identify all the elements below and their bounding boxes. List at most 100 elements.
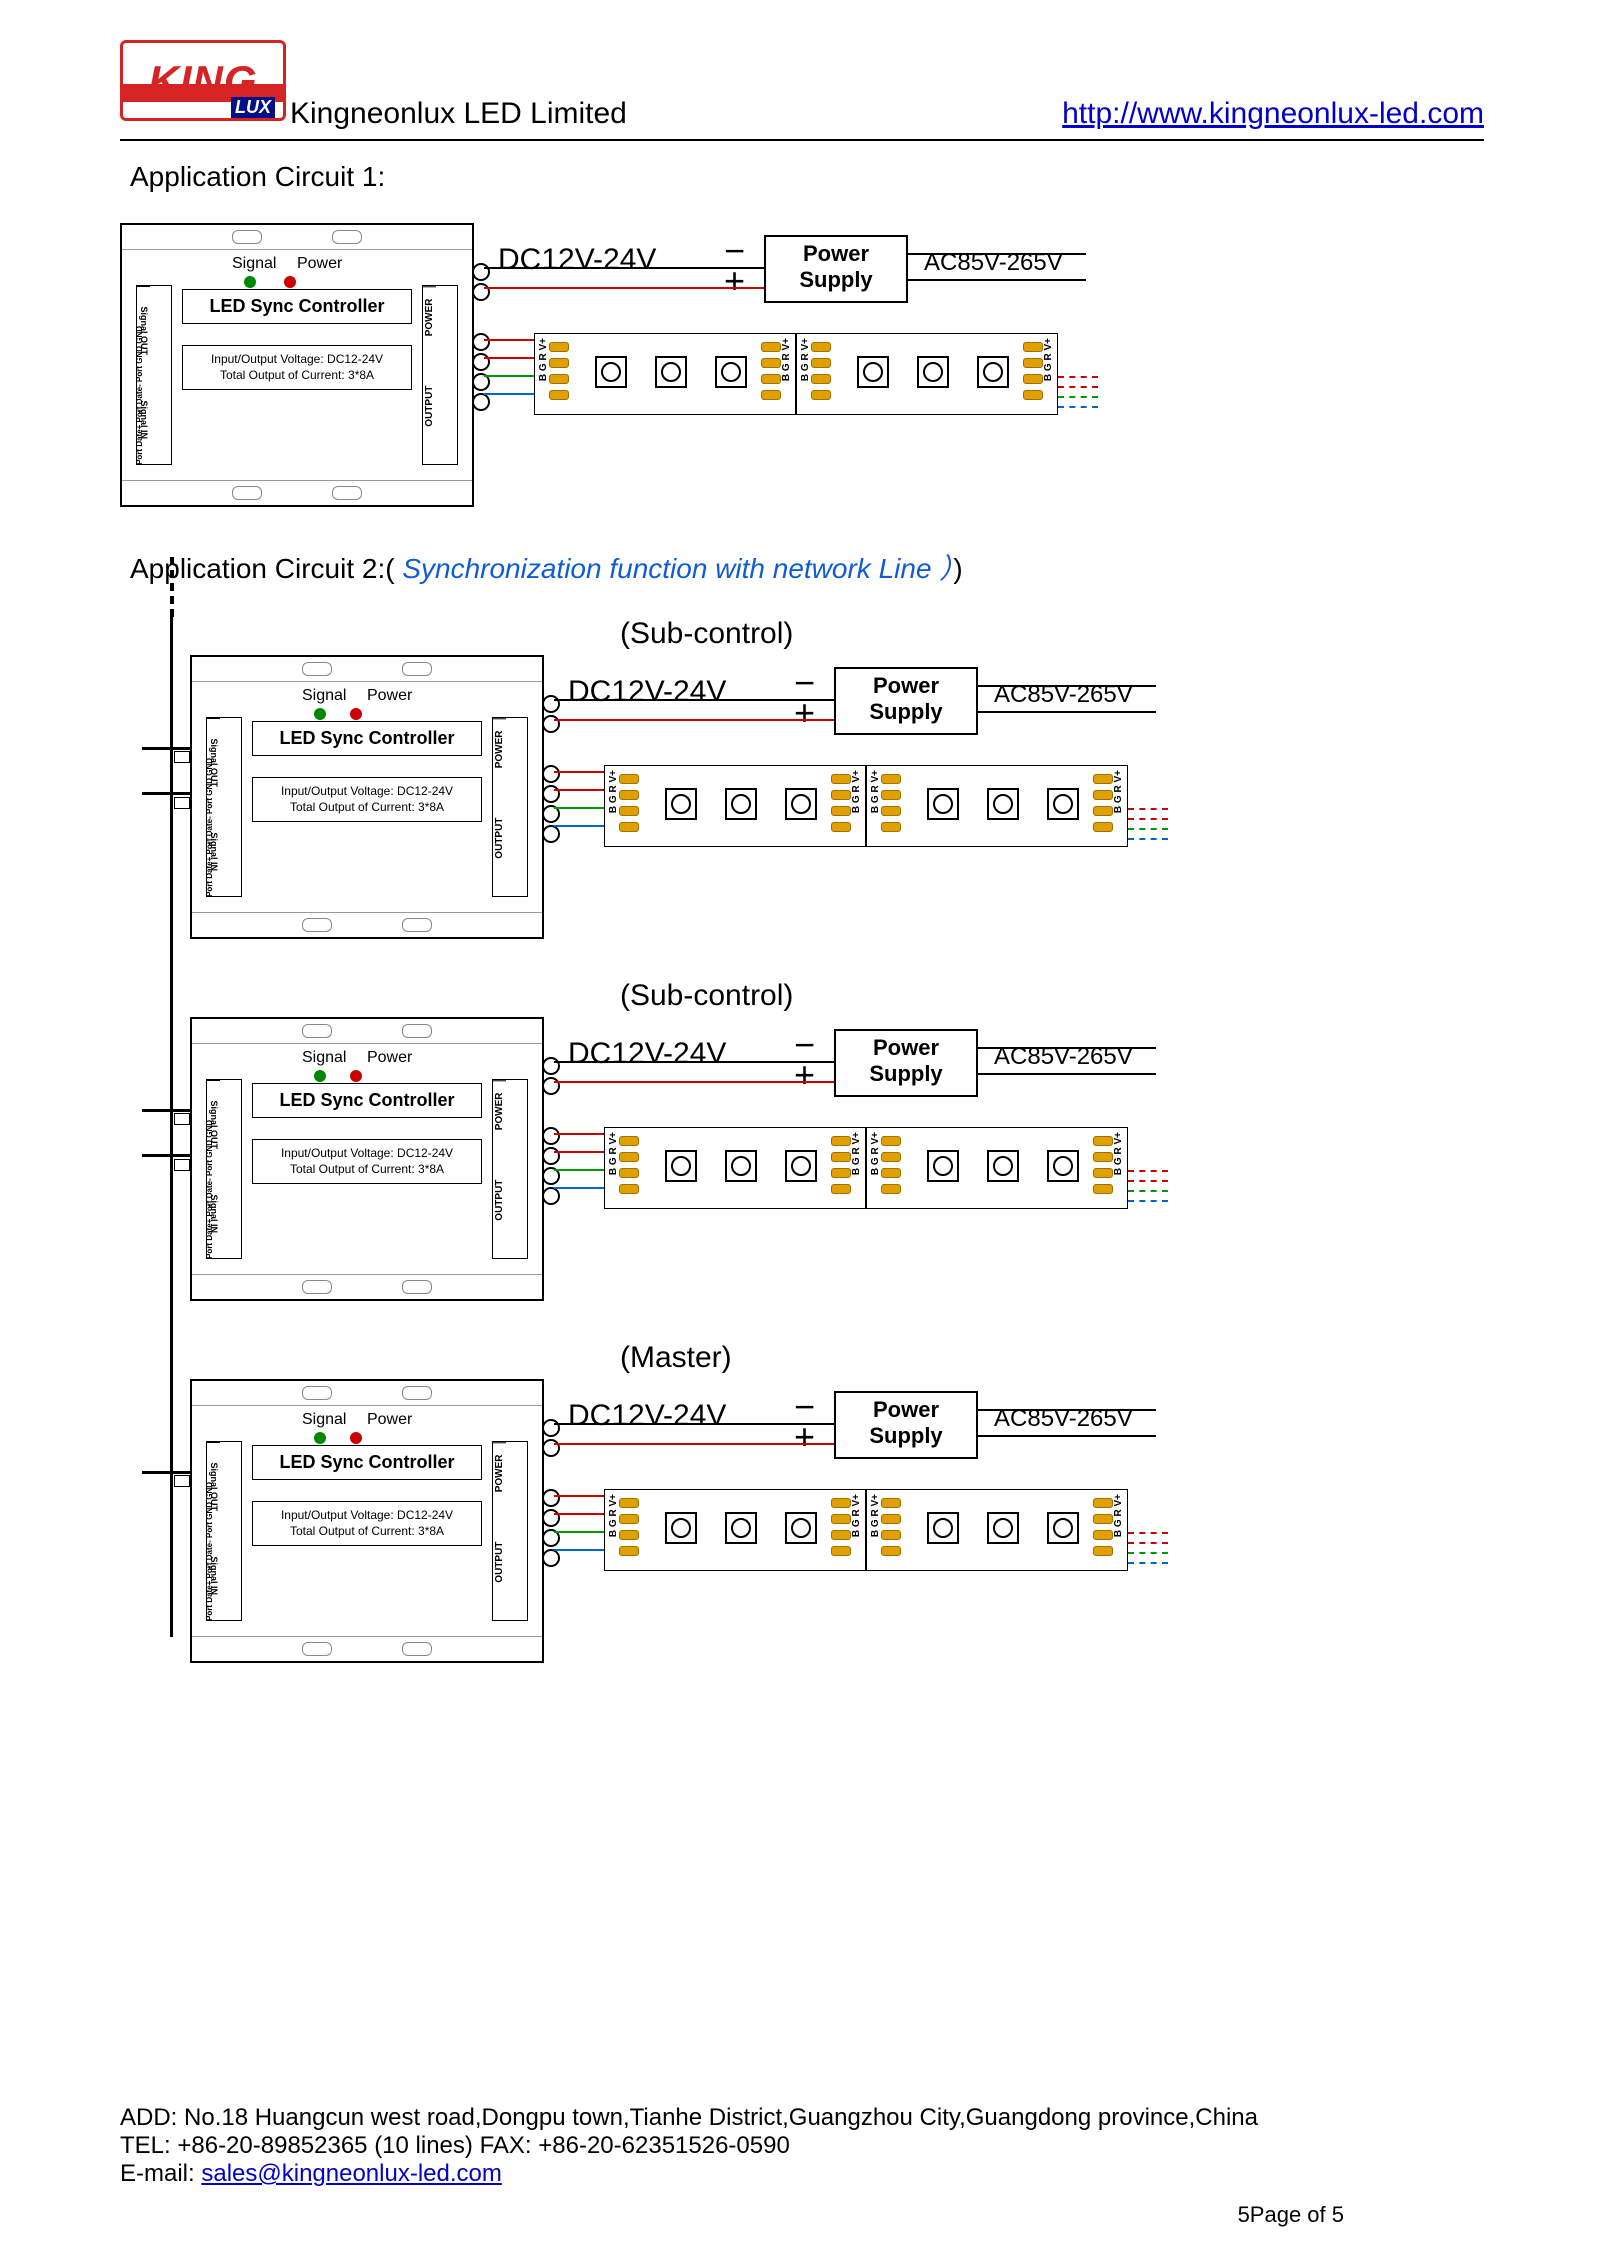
controller-title: LED Sync Controller bbox=[252, 1083, 482, 1118]
role-label-sub: (Sub-control) bbox=[620, 617, 1484, 651]
continuation-icon bbox=[1058, 370, 1098, 416]
left-pin-labels: Port Date+ Port Date- Port GND GND bbox=[206, 1482, 215, 1621]
signal-led-icon bbox=[314, 708, 326, 720]
dc-voltage-label: DC12V-24V bbox=[568, 1399, 726, 1433]
right-ports: POWEROUTPUT bbox=[492, 1441, 528, 1621]
dc-voltage-label: DC12V-24V bbox=[568, 1037, 726, 1071]
power-port-label: POWER bbox=[423, 286, 436, 348]
header: KING LUX Kingneonlux LED Limited http://… bbox=[120, 40, 1484, 121]
power-label: Power bbox=[367, 1411, 412, 1428]
signal-led-icon bbox=[314, 1432, 326, 1444]
strip-pins: B G R V+ bbox=[870, 1132, 881, 1175]
led-strip: B G R V+ B G R V+ bbox=[866, 1127, 1128, 1209]
circuit2-diagram: (Sub-control) Signal Power LED Sync Cont… bbox=[190, 617, 1484, 1663]
left-pin-labels: Port Date+ Port Date- Port GND GND bbox=[206, 1120, 215, 1259]
right-ports: POWEROUTPUT bbox=[492, 717, 528, 897]
signal-label: Signal bbox=[232, 255, 276, 272]
dc-voltage-label: DC12V-24V bbox=[568, 675, 726, 709]
controller-spec: Input/Output Voltage: DC12-24V Total Out… bbox=[182, 345, 412, 390]
power-label: Power bbox=[297, 255, 342, 272]
header-url[interactable]: http://www.kingneonlux-led.com bbox=[1062, 97, 1484, 131]
role-label-sub: (Sub-control) bbox=[620, 979, 1484, 1013]
signal-led-icon bbox=[244, 276, 256, 288]
wiring-area: DC12V-24V −+ Power Supply AC85V-265V B G… bbox=[544, 655, 1484, 935]
spec-current: Total Output of Current: 3*8A bbox=[185, 368, 409, 384]
strip-pins: B G R V+ bbox=[608, 1132, 619, 1175]
led-strip: B G R V+B G R V+ bbox=[866, 1489, 1128, 1571]
output-port-label: OUTPUT bbox=[493, 780, 506, 896]
signal-label: Signal bbox=[302, 1049, 346, 1066]
power-supply-box: Power Supply bbox=[834, 1029, 978, 1097]
spec-current: Total Output of Current: 3*8A bbox=[255, 1524, 479, 1540]
power-port-label: POWER bbox=[493, 1442, 506, 1504]
dc-voltage-label: DC12V-24V bbox=[498, 243, 656, 277]
power-label: Power bbox=[367, 1049, 412, 1066]
footer-tel: TEL: +86-20-89852365 (10 lines) FAX: +86… bbox=[120, 2132, 1484, 2160]
continuation-icon bbox=[1128, 1164, 1168, 1210]
continuation-icon bbox=[1128, 1526, 1168, 1572]
power-led-icon bbox=[350, 1432, 362, 1444]
strip-pins: B G R V+ bbox=[1113, 1132, 1124, 1175]
led-strips: B G R V+B G R V+ B G R V+B G R V+ bbox=[604, 765, 1484, 885]
polarity-icon: −+ bbox=[724, 233, 745, 293]
polarity-icon: −+ bbox=[794, 1389, 815, 1449]
power-supply-box: Power Supply bbox=[834, 1391, 978, 1459]
led-strip: B G R V+ B G R V+ bbox=[534, 333, 796, 415]
signal-label: Signal bbox=[302, 687, 346, 704]
footer-address: ADD: No.18 Huangcun west road,Dongpu tow… bbox=[120, 2104, 1484, 2132]
footer-email-link[interactable]: sales@kingneonlux-led.com bbox=[201, 2160, 502, 2187]
controller-box: Signal Power LED Sync Controller Input/O… bbox=[120, 223, 474, 507]
circuit2-title-sync: Synchronization function with network Li… bbox=[402, 553, 953, 584]
led-strip: B G R V+ B G R V+ bbox=[796, 333, 1058, 415]
signal-label: Signal bbox=[302, 1411, 346, 1428]
left-pin-labels: Port Date+ Port Date- Port GND GND bbox=[206, 758, 215, 897]
strip-pins: B G R V+ bbox=[870, 770, 881, 813]
psu-label: Power Supply bbox=[869, 1397, 942, 1448]
power-supply-box: Power Supply bbox=[764, 235, 908, 303]
company-name: Kingneonlux LED Limited bbox=[290, 97, 627, 131]
spec-voltage: Input/Output Voltage: DC12-24V bbox=[185, 352, 409, 368]
strip-pins: B G R V+ bbox=[851, 770, 862, 813]
strip-pins: B G R V+ bbox=[851, 1494, 862, 1537]
footer-email-line: E-mail: sales@kingneonlux-led.com bbox=[120, 2160, 1484, 2188]
psu-label: Power Supply bbox=[799, 241, 872, 292]
strip-pins: B G R V+ bbox=[781, 338, 792, 381]
signal-led-icon bbox=[314, 1070, 326, 1082]
indicator-row: Signal Power bbox=[232, 255, 342, 291]
led-strips: B G R V+B G R V+ B G R V+B G R V+ bbox=[604, 1489, 1484, 1609]
right-ports: POWER OUTPUT bbox=[422, 285, 458, 465]
power-led-icon bbox=[350, 1070, 362, 1082]
footer: ADD: No.18 Huangcun west road,Dongpu tow… bbox=[120, 2104, 1484, 2188]
circuit1-diagram: Signal Power LED Sync Controller Input/O… bbox=[120, 223, 1484, 507]
spec-current: Total Output of Current: 3*8A bbox=[255, 800, 479, 816]
strip-pins: B G R V+ bbox=[800, 338, 811, 381]
controller-title: LED Sync Controller bbox=[252, 721, 482, 756]
circuit2-title: Application Circuit 2:( Synchronization … bbox=[130, 547, 1484, 587]
strip-pins: B G R V+ bbox=[1043, 338, 1054, 381]
psu-label: Power Supply bbox=[869, 673, 942, 724]
logo-subtext: LUX bbox=[231, 97, 275, 118]
footer-email-label: E-mail: bbox=[120, 2160, 201, 2187]
wiring-area: DC12V-24V −+ Power Supply AC85V-265V B G… bbox=[544, 1379, 1484, 1659]
role-label-master: (Master) bbox=[620, 1341, 1484, 1375]
led-strip: B G R V+B G R V+ bbox=[604, 765, 866, 847]
controller-box: Signal Power LED Sync Controller Input/O… bbox=[190, 655, 544, 939]
led-strip: B G R V+B G R V+ bbox=[604, 1127, 866, 1209]
circuit2-title-post: ) bbox=[953, 553, 962, 584]
page: KING LUX Kingneonlux LED Limited http://… bbox=[0, 0, 1604, 2258]
power-led-icon bbox=[350, 708, 362, 720]
logo: KING LUX bbox=[120, 40, 286, 121]
circuit1-title: Application Circuit 1: bbox=[130, 161, 1484, 193]
controller-spec: Input/Output Voltage: DC12-24VTotal Outp… bbox=[252, 1501, 482, 1546]
spec-current: Total Output of Current: 3*8A bbox=[255, 1162, 479, 1178]
strip-pins: B G R V+ bbox=[538, 338, 549, 381]
power-led-icon bbox=[284, 276, 296, 288]
left-pin-labels: Port Date+ Port Date- Port GND GND bbox=[136, 326, 145, 465]
controller-spec: Input/Output Voltage: DC12-24VTotal Outp… bbox=[252, 1139, 482, 1184]
strip-pins: B G R V+ bbox=[1113, 770, 1124, 813]
strip-pins: B G R V+ bbox=[870, 1494, 881, 1537]
led-strip: B G R V+ B G R V+ bbox=[604, 1489, 866, 1571]
strip-pins: B G R V+ bbox=[608, 1494, 619, 1537]
right-ports: POWEROUTPUT bbox=[492, 1079, 528, 1259]
power-port-label: POWER bbox=[493, 1080, 506, 1142]
